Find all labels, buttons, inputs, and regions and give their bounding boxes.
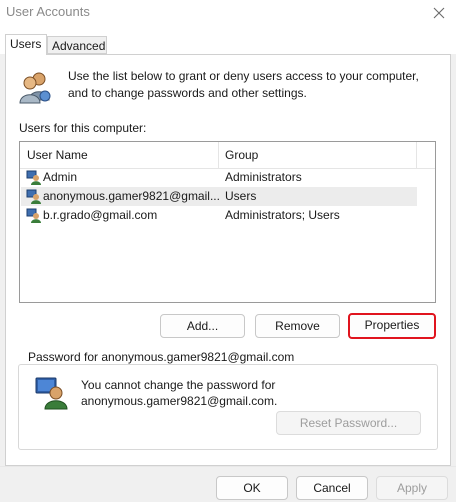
tab-advanced[interactable]: Advanced [47,36,107,54]
password-message-line-2: anonymous.gamer9821@gmail.com. [81,394,278,408]
users-list[interactable]: User Name Group Admin Administrators ano… [19,141,436,303]
user-accounts-window: User Accounts Users Advanced Use the lis… [0,0,456,502]
add-button[interactable]: Add... [160,314,245,338]
user-account-icon [26,189,41,204]
footer-divider [0,466,456,467]
window-title: User Accounts [6,4,90,19]
close-button[interactable] [428,2,450,24]
password-message: You cannot change the password for anony… [81,377,421,409]
properties-button[interactable]: Properties [348,313,436,339]
cancel-button[interactable]: Cancel [296,476,368,500]
remove-button[interactable]: Remove [255,314,340,338]
user-account-icon [26,208,41,223]
password-message-line-1: You cannot change the password for [81,378,276,392]
column-header-user-name[interactable]: User Name [27,148,88,162]
list-header: User Name Group [20,142,435,169]
intro-line-2: and to change passwords and other settin… [68,86,307,100]
password-groupbox-title: Password for anonymous.gamer9821@gmail.c… [24,350,299,364]
user-account-icon [26,170,41,185]
apply-button[interactable]: Apply [376,476,448,500]
column-header-group[interactable]: Group [225,148,258,162]
user-group-cell: Administrators; Users [225,208,340,222]
column-divider[interactable] [416,142,417,168]
reset-password-button[interactable]: Reset Password... [276,411,421,435]
user-group-cell: Users [225,189,257,203]
users-group-icon [19,72,51,104]
intro-line-1: Use the list below to grant or deny user… [68,69,419,83]
table-row[interactable]: Admin Administrators [21,168,417,187]
column-divider[interactable] [218,142,219,168]
title-bar: User Accounts [0,0,456,26]
intro-description: Use the list below to grant or deny user… [68,68,438,102]
user-password-icon [35,377,68,410]
user-name-cell: anonymous.gamer9821@gmail.... [43,189,219,203]
users-list-label: Users for this computer: [19,121,147,135]
user-group-cell: Administrators [225,170,302,184]
user-name-cell: b.r.grado@gmail.com [43,208,158,222]
user-name-cell: Admin [43,170,78,184]
tab-users[interactable]: Users [5,34,47,55]
close-icon [433,7,445,19]
ok-button[interactable]: OK [216,476,288,500]
table-row-selected[interactable]: anonymous.gamer9821@gmail.... Users [21,187,417,206]
table-row[interactable]: b.r.grado@gmail.com Administrators; User… [21,206,417,225]
